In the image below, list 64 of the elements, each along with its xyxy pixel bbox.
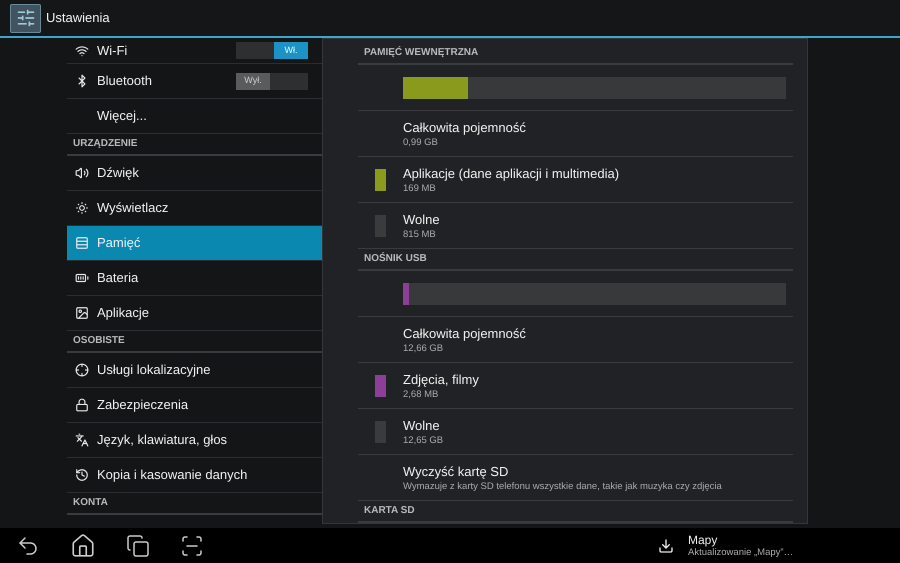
settings-item[interactable]: Wi-Fi Wł. xyxy=(67,38,322,64)
storage-row[interactable]: Wyczyść kartę SD Wymazuje z karty SD telefonu wszystkie dane, takie jak muzyka czy zdjęcia xyxy=(358,455,793,501)
row-summary: 12,65 GB xyxy=(403,434,444,446)
row-title: Całkowita pojemność xyxy=(403,324,526,342)
item-label: Język, klawiatura, głos xyxy=(97,431,228,450)
storage-row[interactable]: Całkowita pojemność 12,66 GB xyxy=(358,317,793,363)
row-summary: 12,66 GB xyxy=(403,342,444,354)
settings-item[interactable]: Bluetooth Wył. xyxy=(67,64,322,99)
row-summary: 815 MB xyxy=(403,228,437,240)
download-icon xyxy=(658,538,674,554)
section-header: PAMIĘĆ WEWNĘTRZNA xyxy=(364,45,478,60)
toggle-switch[interactable]: Wył. xyxy=(236,72,308,90)
item-label: Kopia i kasowanie danych xyxy=(97,466,248,484)
settings-item[interactable]: Aplikacje xyxy=(67,296,322,331)
settings-app-icon[interactable] xyxy=(10,4,41,32)
item-label: Pamięć xyxy=(97,234,142,252)
picture-icon xyxy=(75,306,89,320)
section-header: KONTA xyxy=(73,496,108,510)
settings-item[interactable]: Pamięć xyxy=(67,226,322,261)
storage-row[interactable]: Aplikacje (dane aplikacji i multimedia) 169 MB xyxy=(358,157,793,203)
home-icon[interactable] xyxy=(70,532,96,558)
speaker-icon xyxy=(75,166,89,180)
item-label: Więcej... xyxy=(97,107,148,126)
row-title: Aplikacje (dane aplikacji i multimedia) xyxy=(403,164,620,182)
item-label: Wyświetlacz xyxy=(97,199,170,218)
lock-icon xyxy=(75,398,89,412)
item-label: Wi-Fi xyxy=(97,42,128,60)
row-title: Wyczyść kartę SD xyxy=(403,462,510,480)
battery-icon xyxy=(75,271,89,285)
row-title: Wolne xyxy=(403,210,440,228)
brightness-icon xyxy=(75,201,89,215)
toggle-label: Wł. xyxy=(274,42,308,59)
row-summary: 2,68 MB xyxy=(403,388,440,400)
item-label: Zabezpieczenia xyxy=(97,396,190,414)
recent-apps-icon[interactable] xyxy=(126,534,150,558)
toggle-label: Wył. xyxy=(236,72,270,90)
section-header: KARTA SD xyxy=(364,504,415,518)
crosshair-icon xyxy=(75,363,89,377)
language-icon xyxy=(75,433,89,447)
screenshot-icon[interactable] xyxy=(180,534,204,558)
section-header: NOŚNIK USB xyxy=(364,251,427,266)
app-title: Ustawienia xyxy=(46,9,110,28)
storage-row[interactable]: Zdjęcia, filmy 2,68 MB xyxy=(358,363,793,409)
storage-row[interactable]: Całkowita pojemność 0,99 GB xyxy=(358,111,793,157)
item-label: Dźwięk xyxy=(97,164,140,182)
row-title: Wolne xyxy=(403,416,441,434)
row-title: Zdjęcia, filmy xyxy=(403,370,479,388)
item-label: Bateria xyxy=(97,269,140,288)
row-summary: 0,99 GB xyxy=(403,136,439,148)
item-label: Bluetooth xyxy=(97,72,153,90)
storage-icon xyxy=(75,236,89,250)
row-title: Całkowita pojemność xyxy=(403,118,526,136)
row-summary: 169 MB xyxy=(403,182,437,194)
row-summary: Wymazuje z karty SD telefonu wszystkie dane, takie jak muzyka czy zdjęcia xyxy=(403,480,722,492)
section-header: OSOBISTE xyxy=(73,334,125,348)
storage-row[interactable]: Wolne 815 MB xyxy=(358,203,793,249)
wifi-icon xyxy=(75,44,89,58)
section-header: URZĄDZENIE xyxy=(73,137,138,151)
item-label: Usługi lokalizacyjne xyxy=(97,361,212,380)
item-label: Aplikacje xyxy=(97,304,150,322)
history-icon xyxy=(75,468,89,482)
notification-title: Mapy xyxy=(688,532,718,546)
storage-row[interactable]: Wolne 12,65 GB xyxy=(358,409,793,455)
notification-text: Aktualizowanie „Mapy”… xyxy=(688,546,794,558)
